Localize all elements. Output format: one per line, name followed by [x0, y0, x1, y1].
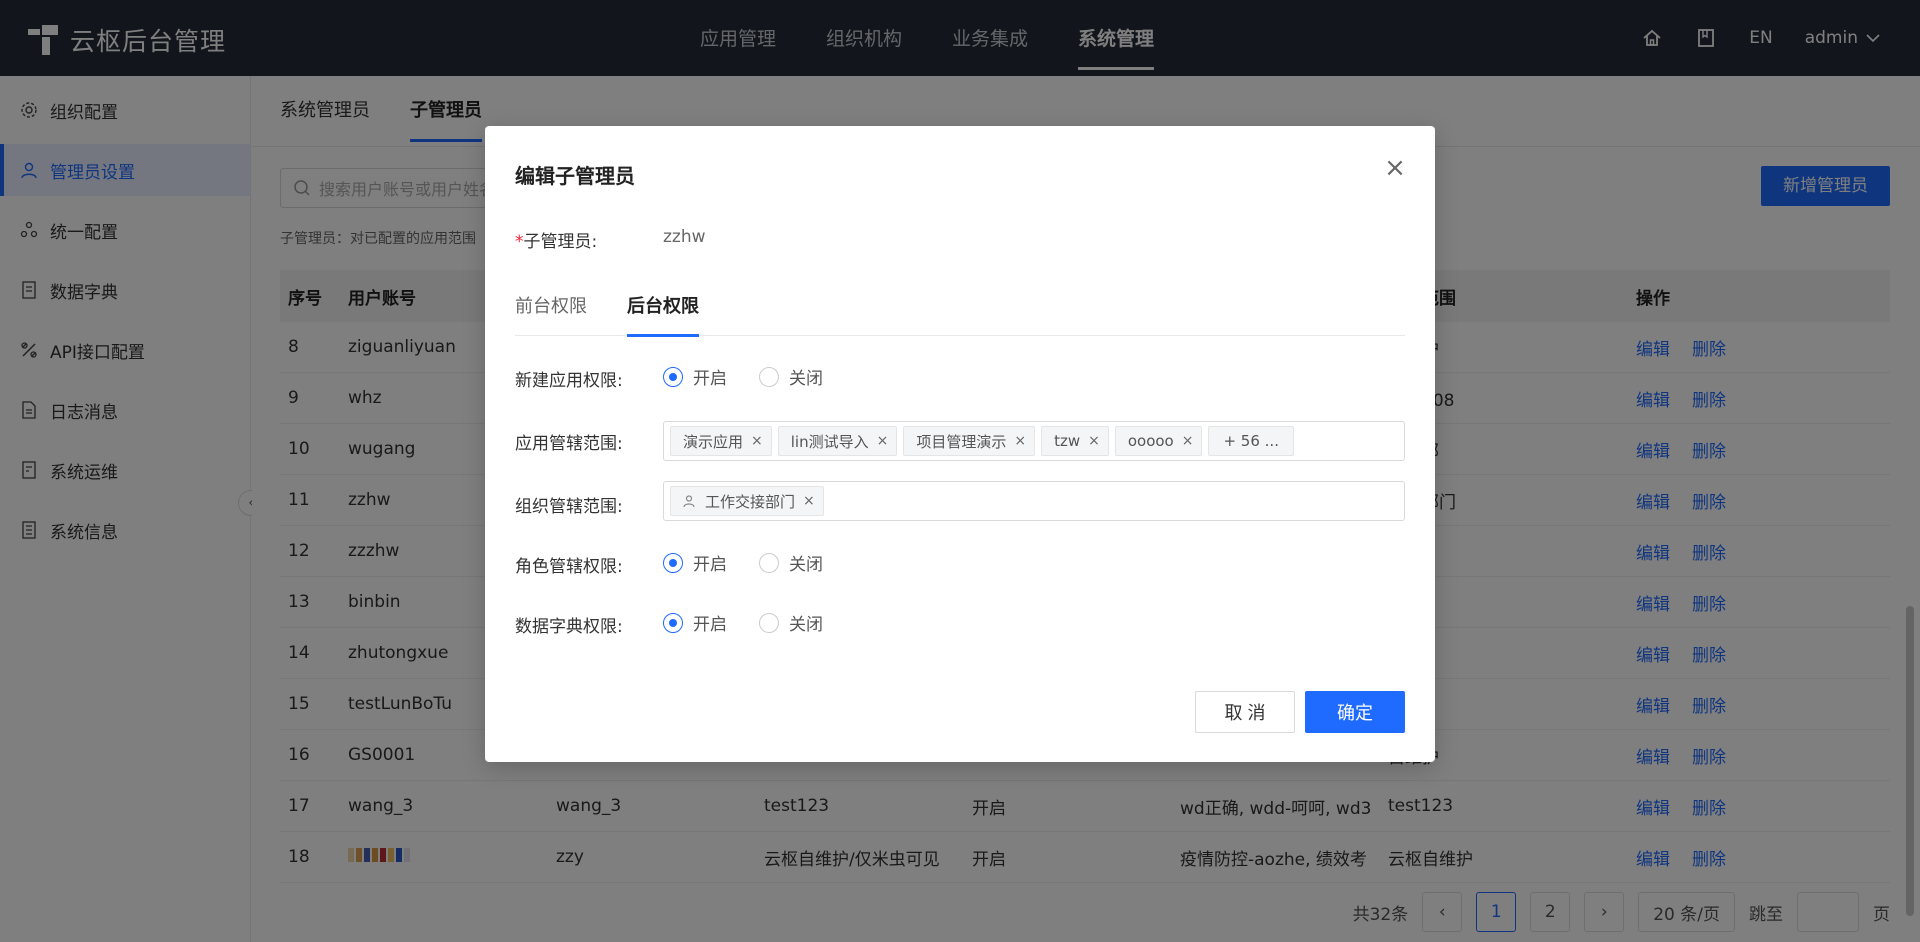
radio-on[interactable] [663, 366, 683, 387]
tag-close-icon[interactable]: × [803, 493, 815, 509]
more-tags[interactable]: + 56 ... [1208, 426, 1294, 456]
radio-on-label: 开启 [693, 369, 727, 389]
org-scope-select[interactable]: 工作交接部门 × [663, 481, 1405, 521]
org-user-icon [683, 495, 695, 508]
org-scope-label: 组织管辖范围: [515, 497, 623, 517]
tag-label: 项目管理演示 [916, 432, 1007, 451]
radio-on[interactable] [663, 612, 683, 633]
radio-off[interactable] [759, 612, 779, 633]
app-scope-label: 应用管辖范围: [515, 434, 623, 454]
tag-close-icon[interactable]: × [1014, 433, 1026, 449]
tag-label: 演示应用 [683, 432, 744, 451]
radio-off[interactable] [759, 552, 779, 573]
tag-close-icon[interactable]: × [751, 433, 763, 449]
radio-off[interactable] [759, 366, 779, 387]
tag-close-icon[interactable]: × [1088, 433, 1100, 449]
modal-title: 编辑子管理员 [515, 164, 635, 188]
radio-off-label: 关闭 [789, 615, 823, 635]
required-mark: * [515, 232, 524, 252]
tab-frontend-permission[interactable]: 前台权限 [515, 286, 587, 336]
app-tag: lin测试导入 × [777, 426, 898, 456]
role-permission-radio: 开启 关闭 [663, 550, 823, 575]
app-tag: 演示应用 × [670, 426, 772, 456]
new-app-permission-label: 新建应用权限: [515, 371, 623, 391]
sub-admin-label-text: 子管理员: [523, 232, 598, 252]
tag-close-icon[interactable]: × [1182, 433, 1194, 449]
sub-admin-label: *子管理员: [515, 227, 597, 252]
app-scope-select[interactable]: 演示应用 × lin测试导入 × 项目管理演示 × tzw × ooooo × + 56 … [663, 421, 1405, 461]
app-tag: 项目管理演示 × [903, 426, 1036, 456]
radio-off-label: 关闭 [789, 555, 823, 575]
sub-admin-value: zzhw [663, 227, 706, 247]
org-tag: 工作交接部门 × [670, 486, 824, 516]
edit-sub-admin-modal: 编辑子管理员 × *子管理员: zzhw 前台权限 后台权限 新建应用权限: 开… [485, 126, 1435, 762]
radio-on[interactable] [663, 552, 683, 573]
radio-off-label: 关闭 [789, 369, 823, 389]
permission-tabs: 前台权限 后台权限 [515, 286, 1405, 337]
radio-on-label: 开启 [693, 555, 727, 575]
dict-permission-label: 数据字典权限: [515, 617, 623, 637]
tag-label: ooooo [1127, 432, 1174, 450]
app-tag: ooooo × [1114, 426, 1203, 456]
tag-close-icon[interactable]: × [877, 433, 889, 449]
cancel-button[interactable]: 取 消 [1195, 691, 1295, 733]
dict-permission-radio: 开启 关闭 [663, 610, 823, 635]
tag-label: 工作交接部门 [705, 492, 796, 511]
role-permission-label: 角色管辖权限: [515, 557, 623, 577]
tag-label: tzw [1054, 432, 1081, 450]
tab-backend-permission[interactable]: 后台权限 [627, 286, 699, 337]
confirm-button[interactable]: 确定 [1305, 691, 1405, 733]
new-app-permission-radio: 开启 关闭 [663, 364, 823, 389]
close-icon[interactable]: × [1383, 155, 1407, 181]
radio-on-label: 开启 [693, 615, 727, 635]
app-tag: tzw × [1041, 426, 1109, 456]
tag-label: lin测试导入 [790, 432, 869, 451]
